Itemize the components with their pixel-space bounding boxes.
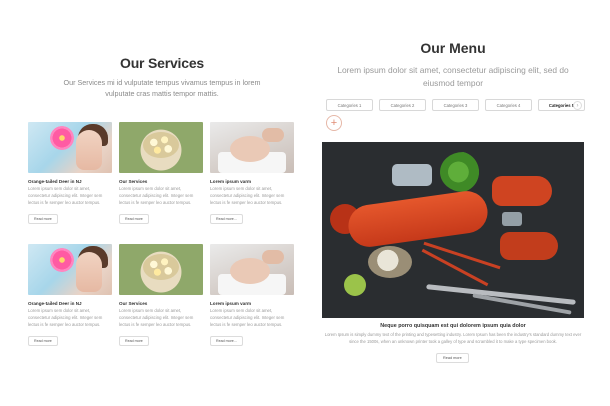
woman-with-flower-image[interactable] [28,244,112,295]
facial-massage-image[interactable] [210,244,294,295]
read-more-button[interactable]: Read more [119,214,149,224]
service-card-title: Lorem ipsum varm [210,301,252,306]
services-row-1: Orange-tailed Deer in NJ Lorem ipsum sem… [28,122,298,225]
menu-category-tabs: Categories 1 Categories 2 Categories 3 C… [326,99,585,111]
chevron-right-icon[interactable]: › [573,101,582,110]
service-card: Orange-tailed Deer in NJ Lorem ipsum sem… [28,244,112,347]
tab-categories-1[interactable]: Categories 1 [326,99,373,111]
service-card-title: Our Services [119,179,148,184]
service-card-desc: Lorem ipsum sem dolor sit amet, consecte… [119,186,194,205]
service-card-desc: Lorem ipsum sem dolor sit amet, consecte… [28,308,103,327]
flower-bowl-image[interactable] [119,244,203,295]
read-more-button[interactable]: Read more [28,214,58,224]
read-more-button[interactable]: Read more [436,353,469,363]
menu-title: Our Menu [420,40,486,56]
service-card-desc: Lorem ipsum sem dolor sit amet, consecte… [28,186,103,205]
plus-icon[interactable]: + [326,115,342,131]
tab-categories-4[interactable]: Categories 4 [485,99,532,111]
service-card-desc: Lorem ipsum sem dolor sit amet, consecte… [210,308,285,327]
services-title: Our Services [120,55,204,71]
service-card-title: Orange-tailed Deer in NJ [28,179,82,184]
dish-description: Lorem Ipsum is simply dummy text of the … [324,332,582,344]
service-card-title: Lorem ipsum varm [210,179,252,184]
service-card: Our Services Lorem ipsum sem dolor sit a… [119,244,203,347]
tab-categories-3[interactable]: Categories 3 [432,99,479,111]
lobster-seafood-image [322,142,584,318]
menu-section: Our Menu Lorem ipsum dolor sit amet, con… [322,40,585,363]
service-card-desc: Lorem ipsum sem dolor sit amet, consecte… [119,308,194,327]
service-card: Orange-tailed Deer in NJ Lorem ipsum sem… [28,122,112,225]
read-more-button[interactable]: Read more [119,336,149,346]
facial-massage-image[interactable] [210,122,294,173]
tab-categories-2[interactable]: Categories 2 [379,99,426,111]
services-section: Our Services Our Services mi id vulputat… [22,55,302,346]
read-more-button[interactable]: Read more [28,336,58,346]
service-card: Our Services Lorem ipsum sem dolor sit a… [119,122,203,225]
flower-bowl-image[interactable] [119,122,203,173]
dish-title: Neque porro quisquam est qui dolorem ips… [380,323,526,329]
services-intro: Our Services mi id vulputate tempus viva… [63,78,261,98]
service-card: Lorem ipsum varm Lorem ipsum sem dolor s… [210,122,294,225]
read-more-button[interactable]: Read more... [210,336,243,346]
services-row-2: Orange-tailed Deer in NJ Lorem ipsum sem… [28,244,298,347]
service-card: Lorem ipsum varm Lorem ipsum sem dolor s… [210,244,294,347]
woman-with-flower-image[interactable] [28,122,112,173]
read-more-button[interactable]: Read more... [210,214,243,224]
service-card-desc: Lorem ipsum sem dolor sit amet, consecte… [210,186,285,205]
service-card-title: Our Services [119,301,148,306]
service-card-title: Orange-tailed Deer in NJ [28,301,82,306]
menu-intro: Lorem ipsum dolor sit amet, consectetur … [337,65,569,88]
